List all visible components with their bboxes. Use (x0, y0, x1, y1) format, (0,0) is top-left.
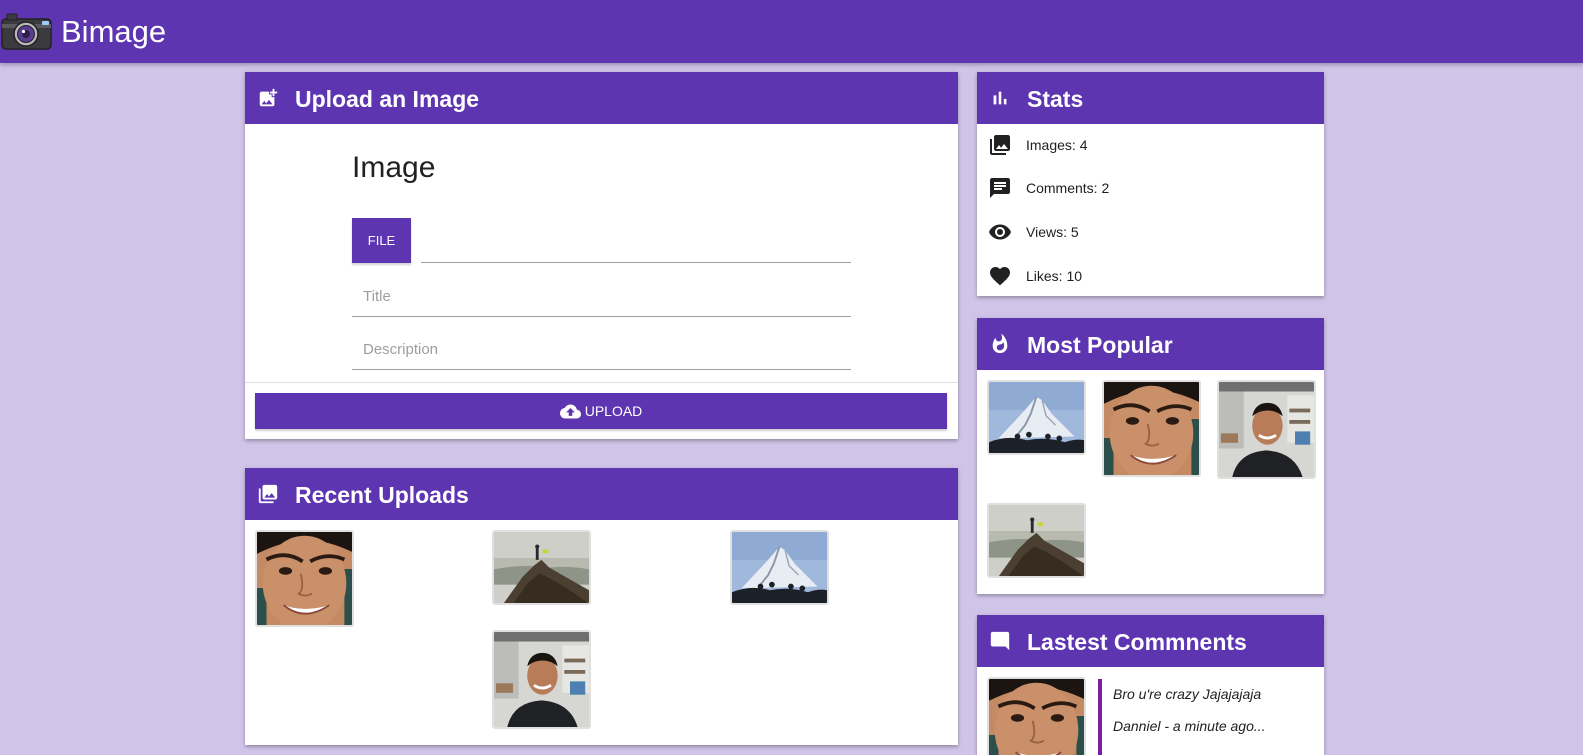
popular-image-thumbnail[interactable] (1102, 380, 1201, 477)
mountain-peak-image (989, 505, 1084, 576)
add-photo-icon (259, 88, 278, 107)
comment-text: Bro u're crazy Jajajajaja (1113, 686, 1262, 702)
stat-views: Views: 5 (977, 217, 1324, 247)
navbar: Bimage (0, 0, 1583, 63)
heart-icon (990, 267, 1010, 286)
photo-library-icon (258, 484, 278, 504)
most-popular-title: Most Popular (1027, 332, 1173, 358)
stat-comments-label: Comments: 2 (1026, 180, 1110, 196)
snowy-mountain-image (732, 532, 827, 603)
face-closeup-image (257, 532, 352, 625)
title-input[interactable] (352, 277, 851, 317)
snowy-mountain-image (989, 382, 1084, 453)
selfie-office-image (494, 632, 589, 727)
mountain-peak-image (494, 532, 589, 603)
description-input[interactable] (352, 330, 851, 370)
recent-image-thumbnail[interactable] (492, 530, 591, 605)
stat-likes: Likes: 10 (977, 261, 1324, 291)
recent-uploads-title: Recent Uploads (295, 482, 469, 508)
latest-comments-card: Lastest Commnents Bro u're crazy Jajajaj… (977, 615, 1324, 755)
face-closeup-image (989, 679, 1084, 755)
eye-icon (989, 224, 1011, 240)
cloud-upload-icon (559, 404, 581, 418)
upload-card-title: Upload an Image (295, 86, 480, 112)
file-button[interactable]: FILE (352, 218, 411, 263)
bar-chart-icon (993, 91, 1007, 105)
latest-comments-header: Lastest Commnents (977, 615, 1324, 667)
stat-views-label: Views: 5 (1026, 224, 1079, 240)
comment-image-thumbnail[interactable] (987, 677, 1086, 755)
stat-images: Images: 4 (977, 130, 1324, 160)
upload-button[interactable]: UPLOAD (255, 393, 947, 429)
recent-uploads-card: Recent Uploads (245, 468, 958, 745)
stats-card: Stats Images: 4 Comments: 2 Views: 5 Lik… (977, 72, 1324, 296)
photo-library-icon (990, 135, 1010, 155)
upload-card-header: Upload an Image (245, 72, 958, 124)
comment-icon (990, 178, 1010, 198)
comment-icon (990, 631, 1010, 651)
stats-title: Stats (1027, 86, 1084, 112)
popular-image-thumbnail[interactable] (987, 503, 1086, 578)
popular-image-thumbnail[interactable] (987, 380, 1086, 455)
stat-likes-label: Likes: 10 (1026, 268, 1083, 284)
most-popular-card: Most Popular (977, 318, 1324, 594)
stat-comments: Comments: 2 (977, 173, 1324, 203)
camera-icon[interactable] (0, 11, 53, 51)
form-heading: Image (352, 151, 436, 184)
stats-header: Stats (977, 72, 1324, 124)
most-popular-header: Most Popular (977, 318, 1324, 370)
face-closeup-image (1104, 382, 1199, 475)
upload-button-label: UPLOAD (584, 403, 643, 419)
comment-quote: Bro u're crazy Jajajajaja Danniel - a mi… (1098, 679, 1308, 755)
recent-uploads-header: Recent Uploads (245, 468, 958, 520)
card-divider (245, 382, 958, 383)
selfie-office-image (1219, 382, 1314, 477)
file-path-field[interactable] (421, 218, 851, 263)
recent-image-thumbnail[interactable] (730, 530, 829, 605)
recent-image-thumbnail[interactable] (255, 530, 354, 627)
upload-card: Upload an Image Image FILE UPLOAD (245, 72, 958, 439)
flame-icon (992, 333, 1008, 354)
latest-comments-title: Lastest Commnents (1027, 629, 1247, 655)
recent-image-thumbnail[interactable] (492, 630, 591, 729)
brand-name[interactable]: Bimage (61, 14, 166, 50)
popular-image-thumbnail[interactable] (1217, 380, 1316, 479)
comment-meta: Danniel - a minute ago... (1113, 718, 1266, 734)
stat-images-label: Images: 4 (1026, 137, 1088, 153)
